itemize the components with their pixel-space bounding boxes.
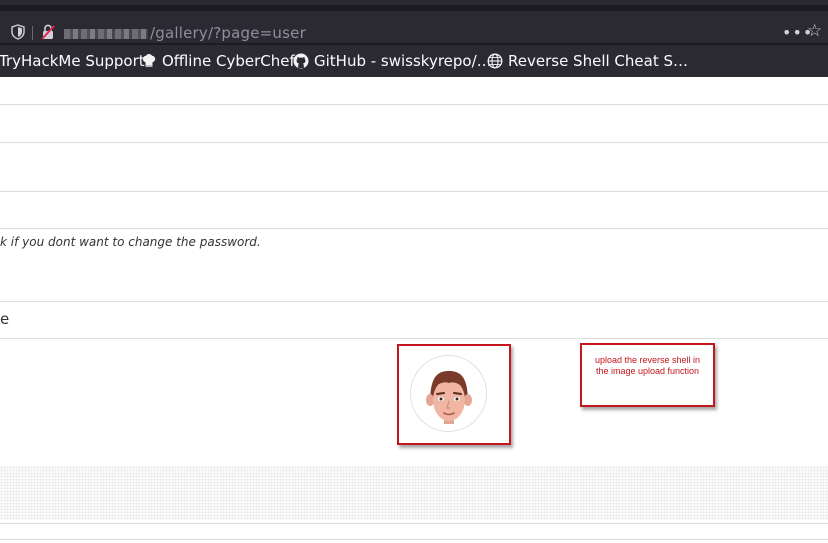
url-host-redacted (64, 29, 148, 39)
bookmark-label: Offline CyberChef (162, 52, 295, 70)
address-field[interactable]: /gallery/?page=user ••• ☆ (0, 11, 828, 43)
bookmark-label: TryHackMe Support (0, 52, 145, 70)
globe-icon (487, 53, 503, 69)
upload-area-background (0, 466, 828, 520)
insecure-lock-icon[interactable] (41, 24, 55, 40)
user-avatar-image[interactable] (410, 355, 487, 432)
form-row-divider (0, 142, 828, 143)
url-bar: /gallery/?page=user ••• ☆ (0, 5, 828, 45)
form-row-divider (0, 228, 828, 229)
bookmark-github-swisskyrepo[interactable]: GitHub - swisskyrepo/… (293, 45, 492, 77)
form-row-divider (0, 539, 828, 540)
bookmark-offline-cyberchef[interactable]: Offline CyberChef (141, 45, 295, 77)
bookmark-reverse-shell-cheat-sheet[interactable]: Reverse Shell Cheat S… (487, 45, 688, 77)
bookmark-label: GitHub - swisskyrepo/… (314, 52, 492, 70)
chef-hat-icon (142, 54, 156, 67)
password-help-text: k if you dont want to change the passwor… (0, 235, 261, 249)
avatar-face-illustration (426, 371, 472, 424)
bookmarks-toolbar: TryHackMe Support Offline CyberChef GitH… (0, 45, 828, 77)
annotation-text: upload the reverse shell in the image up… (594, 355, 701, 376)
github-icon (293, 53, 309, 69)
form-row-divider (0, 338, 828, 339)
form-row-divider (0, 104, 828, 105)
user-profile-page: k if you dont want to change the passwor… (0, 77, 828, 543)
url-separator (32, 26, 33, 40)
avatar-highlight-box (397, 344, 511, 445)
url-path[interactable]: /gallery/?page=user (150, 24, 306, 42)
form-row-divider (0, 191, 828, 192)
shield-icon[interactable] (11, 24, 25, 40)
bookmark-star-icon[interactable]: ☆ (807, 21, 822, 41)
form-row-divider (0, 523, 828, 524)
bookmark-label: Reverse Shell Cheat S… (508, 52, 688, 70)
bookmark-tryhackme-support[interactable]: TryHackMe Support (0, 45, 145, 77)
form-row-divider (0, 301, 828, 302)
field-label-truncated: e (0, 310, 10, 328)
annotation-callout: upload the reverse shell in the image up… (580, 343, 715, 407)
